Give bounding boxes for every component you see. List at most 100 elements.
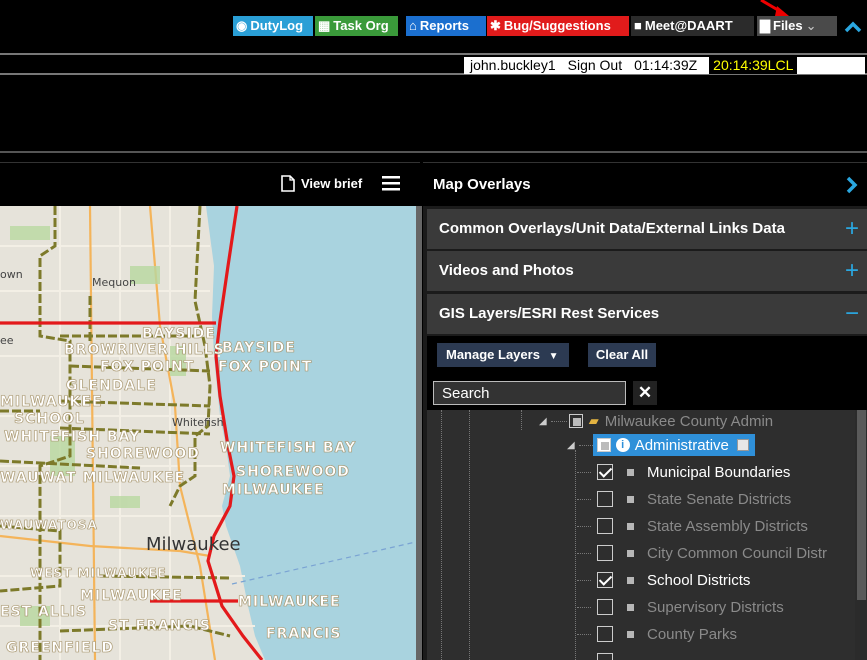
meet-daart-button[interactable]: ■ Meet@DAART <box>631 16 754 36</box>
tree-node-administrative[interactable]: ◢ i Administrative <box>567 434 755 456</box>
layer-tree-scrollbar[interactable] <box>855 410 867 660</box>
layer-toolbar: Manage Layers ▼ Clear All <box>427 336 867 376</box>
map-label: own <box>0 268 23 281</box>
map-header: View brief <box>0 162 420 206</box>
layer-checkbox[interactable] <box>597 599 613 615</box>
layer-checkbox[interactable] <box>597 626 613 642</box>
chevron-right-icon[interactable] <box>845 176 859 194</box>
expand-plus-icon[interactable]: + <box>845 251 859 291</box>
tree-line <box>469 410 470 660</box>
map-label: BAYSIDE <box>222 340 296 357</box>
layer-checkbox[interactable] <box>597 491 613 507</box>
layer-checkbox[interactable] <box>597 572 613 588</box>
map-label: ee <box>0 334 14 347</box>
home-icon: ⌂ <box>409 18 417 33</box>
collapse-up-icon[interactable] <box>843 19 863 35</box>
expand-arrow-icon[interactable]: ◢ <box>539 416 547 427</box>
checkbox[interactable] <box>568 414 583 428</box>
panel-splitter[interactable] <box>416 206 422 660</box>
map-label: FOX POINT <box>218 359 313 376</box>
section-common-overlays[interactable]: Common Overlays/Unit Data/External Links… <box>427 209 867 249</box>
map-label: SHOREWOOD <box>86 446 200 463</box>
file-icon: ▇ <box>760 18 770 33</box>
layer-item[interactable]: County Parks <box>577 623 737 645</box>
caret-down-icon: ▼ <box>548 351 559 362</box>
map-label: FRANCIS <box>266 626 342 643</box>
layer-item[interactable] <box>577 650 613 660</box>
panel-header: Map Overlays <box>423 162 867 206</box>
status-bar: john.buckley1 Sign Out 01:14:39Z 20:14:3… <box>0 53 867 75</box>
map-view[interactable]: own Mequon ee BAYSIDE BAYSIDE BROWRIVER … <box>0 206 420 660</box>
layer-item[interactable]: State Senate Districts <box>577 488 791 510</box>
map-label: MILWAUKEE <box>0 394 103 411</box>
map-label: BROWRIVER HILLS <box>64 342 225 359</box>
map-label: MILWAUKEE <box>238 594 341 611</box>
tree-line <box>575 450 576 660</box>
layer-item[interactable]: State Assembly Districts <box>577 515 808 537</box>
section-gis-layers[interactable]: GIS Layers/ESRI Rest Services − <box>427 294 867 334</box>
task-org-button[interactable]: ▦ Task Org <box>315 16 398 36</box>
sign-out-link[interactable]: Sign Out <box>568 57 622 74</box>
top-toolbar: ◉ DutyLog ▦ Task Org ⌂ Reports ✱ Bug/Sug… <box>0 0 867 48</box>
map-label: FOX POINT <box>100 359 195 376</box>
video-camera-icon: ■ <box>634 18 642 33</box>
layer-checkbox[interactable] <box>597 518 613 534</box>
document-icon <box>281 175 295 192</box>
layer-item[interactable]: Municipal Boundaries <box>577 461 790 483</box>
reports-button[interactable]: ⌂ Reports <box>406 16 486 36</box>
expand-arrow-icon[interactable]: ◢ <box>567 440 575 451</box>
folder-icon: ▰ <box>588 413 599 428</box>
banner-area <box>0 77 867 153</box>
expand-plus-icon[interactable]: + <box>845 209 859 249</box>
layer-tree: ◢ ▰ Milwaukee County Admin ◢ i Administr… <box>427 410 855 660</box>
scrollbar-thumb[interactable] <box>857 410 866 600</box>
clear-all-button[interactable]: Clear All <box>588 343 656 367</box>
layer-item[interactable]: School Districts <box>577 569 750 591</box>
layer-checkbox[interactable] <box>597 545 613 561</box>
map-label: ST FRANCIS <box>108 618 211 635</box>
tree-node-milwaukee-county-admin[interactable]: ◢ ▰ Milwaukee County Admin <box>539 410 773 432</box>
layer-item[interactable]: Supervisory Districts <box>577 596 784 618</box>
collapse-minus-icon[interactable]: − <box>845 294 859 334</box>
legend-swatch-icon <box>627 495 634 503</box>
legend-swatch-icon <box>627 576 634 584</box>
dutylog-button[interactable]: ◉ DutyLog <box>233 16 313 36</box>
legend-swatch-icon <box>627 630 634 638</box>
map-label: WEST MILWAUKEE <box>30 566 167 581</box>
org-chart-icon: ▦ <box>318 18 331 33</box>
manage-layers-button[interactable]: Manage Layers ▼ <box>437 343 569 367</box>
legend-swatch-icon <box>627 549 634 557</box>
map-label: WAUWAT MILWAUKEE <box>0 470 186 487</box>
username: john.buckley1 <box>470 57 556 73</box>
map-overlays-panel: Map Overlays Common Overlays/Unit Data/E… <box>423 162 867 660</box>
map-label: EST ALLIS <box>0 604 88 621</box>
map-label: SHOREWOOD <box>236 464 350 481</box>
map-label: BAYSIDE <box>142 326 216 343</box>
info-icon: i <box>615 438 630 452</box>
panel-title: Map Overlays <box>433 176 531 193</box>
local-time: 20:14:39LCL <box>709 57 798 74</box>
map-label: Whitefish <box>172 416 224 429</box>
bug-suggestions-button[interactable]: ✱ Bug/Suggestions <box>487 16 629 36</box>
chevron-down-icon: ⌄ <box>805 18 817 33</box>
checkbox[interactable] <box>596 438 611 452</box>
layer-checkbox[interactable] <box>597 464 613 480</box>
view-brief-button[interactable]: View brief <box>281 175 362 192</box>
user-status: john.buckley1 Sign Out 01:14:39Z 20:14:3… <box>464 57 865 74</box>
map-label: MILWAUKEE <box>80 588 183 605</box>
files-dropdown-button[interactable]: ▇ Files ⌄ <box>757 16 837 36</box>
map-label: GLENDALE <box>66 378 157 395</box>
map-label: WHITEFISH BAY <box>220 440 357 457</box>
map-label: GREENFIELD <box>6 640 114 657</box>
map-label: Mequon <box>92 276 136 289</box>
map-label: SCHOOL <box>14 411 85 428</box>
bug-icon: ✱ <box>490 18 501 33</box>
layer-checkbox[interactable] <box>597 653 613 660</box>
clock-icon: ◉ <box>236 18 248 33</box>
menu-icon[interactable] <box>382 175 400 191</box>
clear-search-icon[interactable]: ✕ <box>633 381 657 405</box>
layer-item[interactable]: City Common Council Distr <box>577 542 827 564</box>
section-videos-photos[interactable]: Videos and Photos + <box>427 251 867 291</box>
layer-search-input[interactable] <box>433 381 626 405</box>
map-label: MILWAUKEE <box>222 482 325 499</box>
